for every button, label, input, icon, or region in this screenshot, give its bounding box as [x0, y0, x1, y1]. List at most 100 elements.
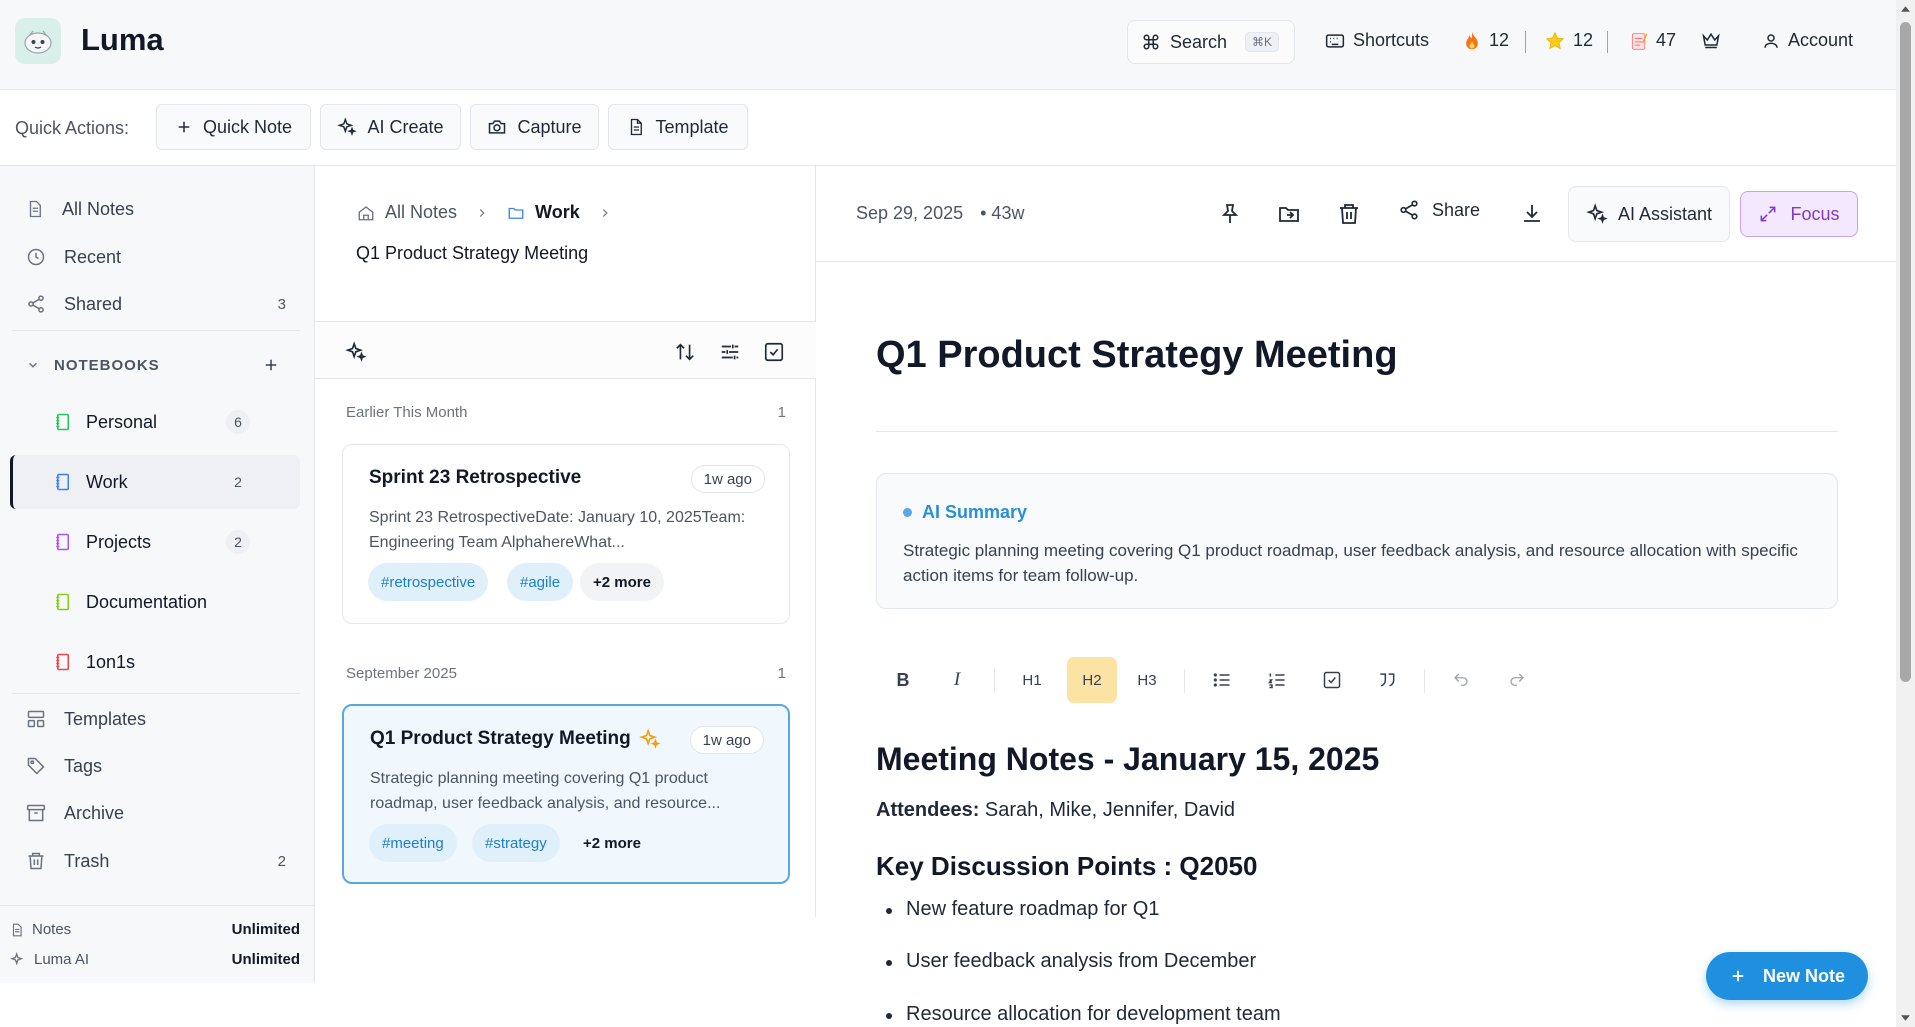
italic-button[interactable]: I: [932, 657, 982, 703]
share-icon: [1398, 199, 1420, 221]
notebook-label: Documentation: [86, 591, 208, 612]
notebooks-toggle[interactable]: NOTEBOOKS: [26, 350, 286, 380]
ai-create-button[interactable]: AI Create: [320, 104, 461, 150]
ai-summary-title: AI Summary: [922, 502, 1028, 522]
scroll-down-icon[interactable]: [1900, 1012, 1911, 1023]
app-logo[interactable]: [15, 18, 61, 64]
sidebar-item-templates[interactable]: Templates: [12, 699, 300, 739]
note-card-title: Sprint 23 Retrospective: [369, 467, 581, 489]
share-button[interactable]: Share: [1398, 199, 1480, 221]
notebook-item-projects[interactable]: Projects 2: [10, 515, 300, 569]
sidebar-item-label: All Notes: [62, 198, 135, 219]
tag-chip[interactable]: #agile: [507, 563, 574, 601]
sidebar-item-label: Templates: [64, 708, 147, 729]
sidebar-item-all-notes[interactable]: All Notes: [12, 189, 300, 229]
quote-button[interactable]: [1362, 657, 1412, 703]
memo-icon: [1630, 31, 1648, 51]
tag-chip[interactable]: #strategy: [472, 824, 560, 862]
numbered-list-button[interactable]: [1252, 657, 1302, 703]
account-button[interactable]: Account: [1762, 30, 1853, 51]
breadcrumb-work[interactable]: Work: [535, 202, 580, 223]
check-square-icon[interactable]: [763, 341, 785, 363]
checklist-button[interactable]: [1307, 657, 1357, 703]
redo-button[interactable]: [1492, 657, 1542, 703]
scroll-up-icon[interactable]: [1900, 4, 1911, 15]
breadcrumb-all-notes[interactable]: All Notes: [385, 202, 457, 223]
content-attendees[interactable]: Attendees: Sarah, Mike, Jennifer, David: [876, 799, 1235, 822]
sort-icon[interactable]: [674, 341, 696, 363]
note-card[interactable]: Sprint 23 Retrospective 1w ago Sprint 23…: [342, 444, 790, 624]
plus-icon: [175, 118, 193, 136]
redo-icon: [1508, 671, 1526, 689]
sidebar-item-label: Archive: [64, 802, 125, 823]
heading-3-button[interactable]: H3: [1122, 657, 1172, 703]
stars-counter[interactable]: 12: [1545, 30, 1593, 51]
account-label: Account: [1788, 30, 1854, 50]
streak-counter[interactable]: 12: [1463, 30, 1509, 51]
group-header: September 2025 1: [346, 665, 786, 682]
notebook-item-1on1s[interactable]: 1on1s: [10, 635, 300, 689]
divider: [12, 330, 300, 331]
sliders-icon[interactable]: [719, 341, 741, 363]
sidebar-item-archive[interactable]: Archive: [12, 793, 300, 833]
download-icon[interactable]: [1520, 202, 1544, 226]
quick-note-button[interactable]: Quick Note: [156, 104, 311, 150]
notebook-item-work[interactable]: Work 2: [10, 455, 300, 509]
chevron-down-icon: [26, 358, 40, 372]
more-tags-chip[interactable]: +2 more: [580, 563, 664, 601]
content-heading-2[interactable]: Key Discussion Points : Q2050: [876, 851, 1257, 882]
usage-value: Unlimited: [231, 951, 300, 968]
capture-button[interactable]: Capture: [470, 104, 599, 150]
move-to-folder-icon[interactable]: [1277, 202, 1301, 226]
undo-button[interactable]: [1436, 657, 1486, 703]
heading-1-button[interactable]: H1: [1007, 657, 1057, 703]
sidebar-item-trash[interactable]: Trash 2: [12, 841, 300, 881]
header-divider: [1525, 31, 1526, 53]
premium-button[interactable]: [1701, 30, 1721, 50]
search-button[interactable]: Search ⌘K: [1127, 20, 1295, 64]
command-icon: [1142, 33, 1160, 51]
focus-button[interactable]: Focus: [1740, 191, 1858, 237]
more-tags-chip[interactable]: +2 more: [570, 824, 654, 862]
notebook-item-documentation[interactable]: Documentation: [10, 575, 300, 629]
trash-icon: [26, 851, 46, 871]
ai-assistant-button[interactable]: AI Assistant: [1568, 186, 1730, 242]
add-notebook-button[interactable]: [256, 350, 286, 380]
bullet-list-button[interactable]: [1197, 657, 1247, 703]
bullet-item[interactable]: User feedback analysis from December: [885, 950, 1256, 973]
breadcrumb: All Notes Work: [357, 202, 612, 223]
shared-count: 3: [277, 295, 286, 313]
share-icon: [26, 294, 46, 314]
undo-icon: [1452, 671, 1470, 689]
divider: [994, 669, 995, 693]
home-icon[interactable]: [357, 204, 375, 222]
bullet-item[interactable]: New feature roadmap for Q1: [885, 898, 1159, 921]
scrollbar[interactable]: [1896, 0, 1915, 1027]
trash-icon[interactable]: [1337, 202, 1361, 226]
search-shortcut: ⌘K: [1245, 32, 1280, 52]
sidebar-item-tags[interactable]: Tags: [12, 746, 300, 786]
sparkles-icon: [10, 951, 26, 968]
plus-icon: [262, 356, 280, 374]
sidebar-item-shared[interactable]: Shared 3: [12, 284, 300, 324]
note-title[interactable]: Q1 Product Strategy Meeting: [876, 334, 1398, 377]
notebook-item-personal[interactable]: Personal 6: [10, 395, 300, 449]
sidebar-item-recent[interactable]: Recent: [12, 237, 300, 277]
clock-icon: [26, 247, 46, 267]
content-heading-1[interactable]: Meeting Notes - January 15, 2025: [876, 741, 1379, 778]
note-card-selected[interactable]: Q1 Product Strategy Meeting 1w ago Strat…: [342, 704, 790, 884]
group-header: Earlier This Month 1: [346, 404, 786, 421]
notes-counter[interactable]: 47: [1630, 30, 1676, 51]
quick-note-label: Quick Note: [202, 116, 293, 137]
template-button[interactable]: Template: [608, 104, 748, 150]
scrollbar-thumb[interactable]: [1900, 22, 1911, 682]
tag-chip[interactable]: #retrospective: [368, 563, 489, 601]
shortcuts-button[interactable]: Shortcuts: [1325, 30, 1429, 51]
tag-chip[interactable]: #meeting: [369, 824, 457, 862]
pin-icon[interactable]: [1218, 202, 1242, 226]
bold-button[interactable]: B: [878, 657, 928, 703]
heading-2-button[interactable]: H2: [1067, 657, 1117, 703]
bullet-item[interactable]: Resource allocation for development team: [886, 1003, 1281, 1026]
sparkles-icon[interactable]: [345, 341, 367, 363]
new-note-button[interactable]: New Note: [1706, 952, 1868, 1000]
